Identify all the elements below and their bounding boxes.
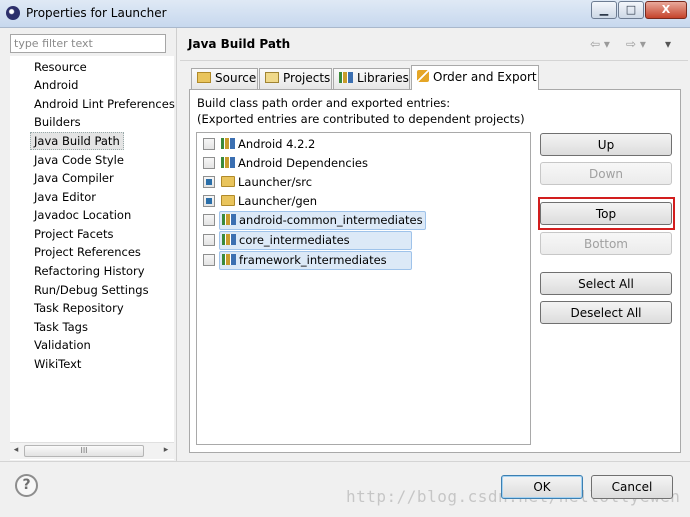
back-arrow-icon[interactable]: ⇦ ▾	[590, 37, 610, 51]
classpath-entry-list[interactable]: Android 4.2.2 Android Dependencies Launc…	[196, 132, 531, 445]
sidebar-item-android[interactable]: Android	[31, 76, 81, 94]
sidebar-item-javadoc-location[interactable]: Javadoc Location	[31, 206, 134, 224]
scroll-thumb[interactable]: III	[24, 445, 144, 457]
order-export-icon	[417, 70, 429, 82]
eclipse-icon	[6, 6, 20, 20]
deselect-all-button[interactable]: Deselect All	[540, 301, 672, 324]
cancel-button[interactable]: Cancel	[591, 475, 673, 499]
export-checkbox[interactable]	[203, 176, 215, 188]
footer-divider	[0, 461, 690, 462]
tab-label: Projects	[283, 71, 331, 85]
sidebar-item-wikitext[interactable]: WikiText	[31, 355, 84, 373]
tree-horizontal-scrollbar[interactable]: ◂ III ▸	[10, 442, 174, 459]
bottom-button[interactable]: Bottom	[540, 232, 672, 255]
top-button[interactable]: Top	[540, 202, 672, 225]
description-line-1: Build class path order and exported entr…	[197, 96, 451, 110]
scroll-left-icon[interactable]: ◂	[10, 445, 22, 455]
export-checkbox[interactable]	[203, 195, 215, 207]
sidebar-item-project-facets[interactable]: Project Facets	[31, 225, 117, 243]
down-button[interactable]: Down	[540, 162, 672, 185]
source-folder-icon	[221, 195, 235, 206]
sidebar-item-project-references[interactable]: Project References	[31, 243, 144, 261]
export-checkbox[interactable]	[203, 138, 215, 150]
entry-label: framework_intermediates	[239, 253, 387, 267]
scroll-right-icon[interactable]: ▸	[160, 445, 172, 455]
library-icon	[221, 157, 235, 168]
filter-input[interactable]	[10, 34, 166, 53]
pane-divider[interactable]	[176, 28, 177, 461]
header-divider	[180, 60, 688, 61]
sidebar-item-refactoring-history[interactable]: Refactoring History	[31, 262, 148, 280]
tab-label: Order and Export	[433, 70, 537, 84]
sidebar-item-java-build-path[interactable]: Java Build Path	[30, 132, 124, 150]
library-icon	[222, 254, 236, 265]
library-icon	[222, 234, 236, 245]
entry-label: Android Dependencies	[238, 156, 368, 170]
source-folder-icon	[197, 72, 211, 83]
entry-label: core_intermediates	[239, 233, 350, 247]
tab-projects[interactable]: Projects	[259, 68, 332, 89]
export-checkbox[interactable]	[203, 157, 215, 169]
sidebar-item-validation[interactable]: Validation	[31, 336, 94, 354]
tab-label: Source	[215, 71, 257, 85]
up-button[interactable]: Up	[540, 133, 672, 156]
entry-label: Launcher/gen	[238, 194, 317, 208]
sidebar-item-run-debug-settings[interactable]: Run/Debug Settings	[31, 281, 152, 299]
libraries-icon	[339, 72, 353, 83]
export-checkbox[interactable]	[203, 234, 215, 246]
page-title: Java Build Path	[188, 37, 291, 51]
projects-icon	[265, 72, 279, 83]
close-button[interactable]: X	[645, 1, 687, 19]
property-tree: Resource Android Android Lint Preference…	[10, 56, 175, 460]
tab-libraries[interactable]: Libraries	[333, 68, 410, 89]
help-icon[interactable]: ?	[15, 474, 38, 497]
sidebar-item-java-code-style[interactable]: Java Code Style	[31, 151, 127, 169]
library-icon	[221, 138, 235, 149]
description-line-2: (Exported entries are contributed to dep…	[197, 112, 525, 126]
entry-label: Android 4.2.2	[238, 137, 316, 151]
export-checkbox[interactable]	[203, 254, 215, 266]
view-menu-icon[interactable]: ▾	[665, 37, 671, 51]
sidebar-item-java-compiler[interactable]: Java Compiler	[31, 169, 117, 187]
minimize-button[interactable]: ▁	[591, 1, 617, 19]
sidebar-item-task-repository[interactable]: Task Repository	[31, 299, 127, 317]
ok-button[interactable]: OK	[501, 475, 583, 499]
sidebar-item-resource[interactable]: Resource	[31, 58, 90, 76]
entry-label: android-common_intermediates	[239, 213, 423, 227]
window-title: Properties for Launcher	[26, 6, 167, 20]
tab-label: Libraries	[357, 71, 409, 85]
select-all-button[interactable]: Select All	[540, 272, 672, 295]
sidebar-item-builders[interactable]: Builders	[31, 113, 84, 131]
library-icon	[222, 214, 236, 225]
export-checkbox[interactable]	[203, 214, 215, 226]
maximize-button[interactable]: □	[618, 1, 644, 19]
tab-source[interactable]: Source	[191, 68, 258, 89]
forward-arrow-icon[interactable]: ⇨ ▾	[626, 37, 646, 51]
tab-order-and-export[interactable]: Order and Export	[411, 65, 539, 90]
sidebar-item-java-editor[interactable]: Java Editor	[31, 188, 99, 206]
source-folder-icon	[221, 176, 235, 187]
sidebar-item-task-tags[interactable]: Task Tags	[31, 318, 91, 336]
sidebar-item-android-lint[interactable]: Android Lint Preferences	[31, 95, 178, 113]
entry-label: Launcher/src	[238, 175, 313, 189]
